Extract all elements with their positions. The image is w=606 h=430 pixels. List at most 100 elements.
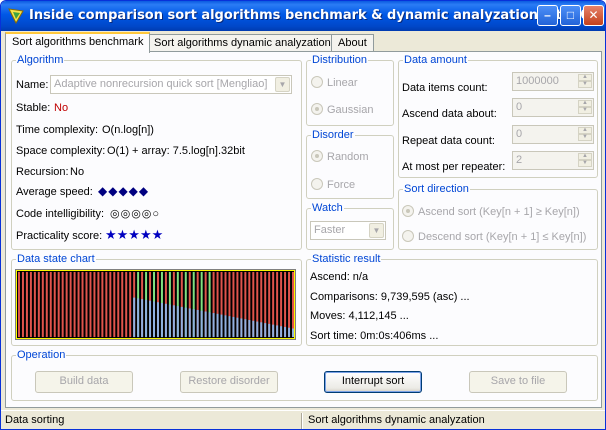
chevron-down-icon[interactable]: ▼ — [369, 223, 384, 238]
descend-sort-label: Descend sort (Key[n + 1] ≤ Key[n]) — [418, 231, 587, 243]
distribution-linear-radio[interactable]: Linear — [311, 76, 358, 89]
disorder-legend: Disorder — [312, 129, 354, 141]
spin-down-icon[interactable]: ▼ — [578, 107, 592, 114]
state-stripe — [21, 271, 24, 338]
sorted-stripe — [149, 300, 152, 338]
ascend-data-about-value: 0 — [516, 101, 523, 113]
spin-up-icon[interactable]: ▲ — [578, 153, 592, 160]
minimize-button[interactable]: – — [537, 5, 558, 26]
state-stripe — [81, 271, 84, 338]
sorted-stripe — [220, 314, 223, 338]
distribution-gaussian-radio[interactable]: Gaussian — [311, 103, 373, 116]
sorted-stripe — [288, 327, 291, 338]
spinner-buttons[interactable]: ▲ ▼ — [578, 100, 592, 115]
ascend-sort-radio[interactable]: Ascend sort (Key[n + 1] ≥ Key[n]) — [402, 205, 580, 218]
stat-comparisons: Comparisons: 9,739,595 (asc) ... — [310, 291, 470, 303]
spin-down-icon[interactable]: ▼ — [578, 160, 592, 167]
chevron-down-icon[interactable]: ▼ — [275, 77, 290, 92]
interrupt-sort-button[interactable]: Interrupt sort — [324, 371, 422, 393]
spinner-buttons[interactable]: ▲ ▼ — [578, 153, 592, 168]
algorithm-name-select[interactable]: Adaptive nonrecursion quick sort [Mengli… — [50, 75, 292, 94]
radio-icon — [402, 230, 414, 242]
sorted-stripe — [153, 301, 156, 338]
title-bar[interactable]: Inside comparison sort algorithms benchm… — [1, 1, 605, 31]
spin-down-icon[interactable]: ▼ — [578, 81, 592, 88]
state-stripe — [61, 271, 64, 338]
sorted-stripe — [208, 312, 211, 338]
descend-sort-radio[interactable]: Descend sort (Key[n + 1] ≤ Key[n]) — [402, 230, 586, 243]
state-stripe — [121, 271, 124, 338]
state-stripe — [73, 271, 76, 338]
close-button[interactable]: ✕ — [583, 5, 604, 26]
repeat-data-count-label: Repeat data count: — [402, 135, 495, 147]
watch-speed-select[interactable]: Faster ▼ — [310, 221, 386, 240]
statistic-result-legend: Statistic result — [312, 253, 381, 265]
ascend-data-about-input[interactable]: 0 ▲ ▼ — [512, 98, 594, 117]
time-complexity-value: O(n.log[n]) — [102, 124, 154, 136]
state-stripe — [53, 271, 56, 338]
state-stripe — [77, 271, 80, 338]
sorted-stripe — [172, 305, 175, 338]
ascend-sort-label: Ascend sort (Key[n + 1] ≥ Key[n]) — [418, 206, 580, 218]
sorted-stripe — [188, 308, 191, 338]
radio-icon — [311, 76, 323, 88]
save-to-file-button[interactable]: Save to file — [469, 371, 567, 393]
sorted-stripe — [192, 309, 195, 338]
build-data-button[interactable]: Build data — [35, 371, 133, 393]
state-stripe — [125, 271, 128, 338]
status-left: Data sorting — [5, 414, 65, 426]
sorted-stripe — [164, 303, 167, 338]
operation-legend: Operation — [17, 349, 66, 361]
spinner-buttons[interactable]: ▲ ▼ — [578, 74, 592, 89]
repeat-data-count-input[interactable]: 0 ▲ ▼ — [512, 125, 594, 144]
disorder-force-radio[interactable]: Force — [311, 178, 355, 191]
spin-up-icon[interactable]: ▲ — [578, 127, 592, 134]
spin-up-icon[interactable]: ▲ — [578, 74, 592, 81]
sorted-stripe — [292, 328, 295, 338]
data-items-count-value: 1000000 — [516, 75, 559, 87]
sorted-stripe — [133, 297, 136, 338]
tab-dynamic-analyzation[interactable]: Sort algorithms dynamic analyzation — [147, 34, 338, 52]
tab-benchmark[interactable]: Sort algorithms benchmark — [5, 32, 151, 53]
sorted-stripe — [156, 302, 159, 338]
state-stripe — [25, 271, 28, 338]
state-stripe — [29, 271, 32, 338]
state-stripe — [129, 271, 132, 338]
state-stripe — [69, 271, 72, 338]
sorted-stripe — [236, 317, 239, 338]
restore-disorder-button[interactable]: Restore disorder — [180, 371, 278, 393]
stat-sort-time: Sort time: 0m:0s:406ms ... — [310, 330, 439, 342]
at-most-per-repeater-input[interactable]: 2 ▲ ▼ — [512, 151, 594, 170]
disorder-force-label: Force — [327, 179, 356, 191]
sorted-stripe — [160, 303, 163, 338]
sorted-stripe — [272, 324, 275, 338]
sorted-stripe — [232, 316, 235, 338]
distribution-linear-label: Linear — [327, 77, 358, 89]
distribution-legend: Distribution — [312, 54, 368, 66]
maximize-button[interactable]: □ — [560, 5, 581, 26]
code-intelligibility-rating: ◎◎◎◎○ — [110, 208, 161, 220]
space-complexity-value: O(1) + array: 7.5.log[n].32bit — [107, 145, 245, 157]
spin-down-icon[interactable]: ▼ — [578, 134, 592, 141]
state-stripe — [17, 271, 20, 338]
state-stripe — [41, 271, 44, 338]
state-stripe — [292, 271, 295, 338]
data-items-count-input[interactable]: 1000000 ▲ ▼ — [512, 72, 594, 91]
sorted-stripe — [216, 313, 219, 338]
sorted-stripe — [260, 322, 263, 338]
disorder-random-radio[interactable]: Random — [311, 150, 369, 163]
spinner-buttons[interactable]: ▲ ▼ — [578, 127, 592, 142]
data-state-chart-legend: Data state chart — [17, 253, 95, 265]
state-stripe — [105, 271, 108, 338]
repeat-data-count-value: 0 — [516, 128, 523, 140]
main-window: Inside comparison sort algorithms benchm… — [0, 0, 606, 430]
average-speed-label: Average speed: — [16, 186, 93, 198]
state-stripe — [101, 271, 104, 338]
sorted-stripe — [252, 320, 255, 338]
sort-direction-legend: Sort direction — [404, 183, 469, 195]
spin-up-icon[interactable]: ▲ — [578, 100, 592, 107]
window-title: Inside comparison sort algorithms benchm… — [29, 8, 604, 23]
app-icon — [8, 8, 24, 25]
tab-about[interactable]: About — [331, 34, 374, 52]
state-stripe — [45, 271, 48, 338]
